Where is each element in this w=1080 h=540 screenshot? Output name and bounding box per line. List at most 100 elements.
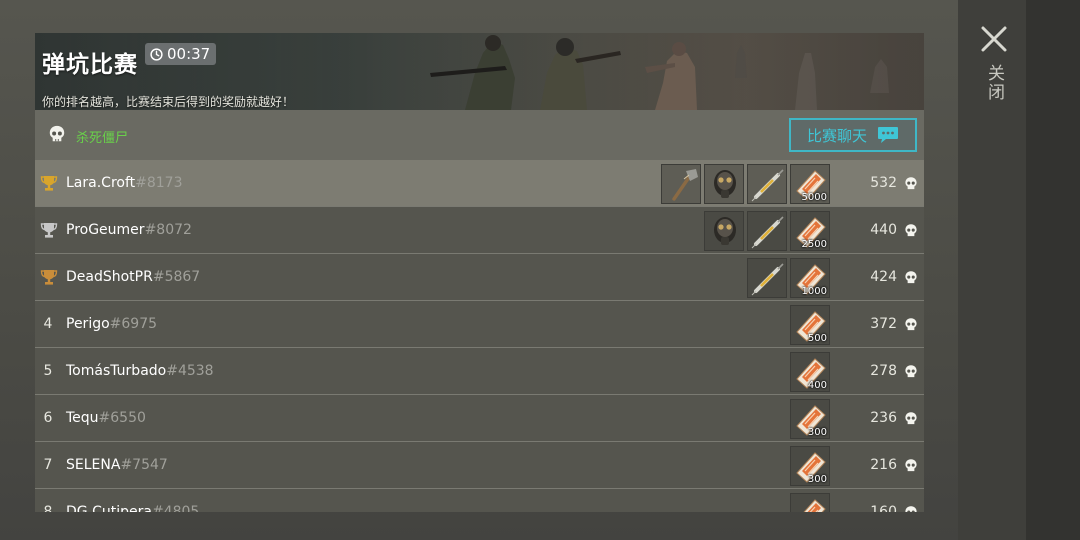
objective-label: 杀死僵尸 [76,131,129,146]
reward-list [790,493,830,512]
player-name: DG.Cutipera#4805 [66,504,199,512]
skull-icon [905,318,917,331]
gas-mask-icon [714,170,736,198]
rank-number: 7 [43,457,53,473]
reward-item[interactable]: 400 [790,352,830,392]
leaderboard-header: 杀死僵尸 比赛聊天 [35,110,924,160]
leaderboard-list[interactable]: Lara.Croft#8173 5000 532 ProGeumer#8072 250… [35,160,924,512]
rank-number: 4 [43,316,53,332]
player-name: SELENA#7547 [66,457,168,473]
syringe-icon [751,216,784,249]
syringe-icon [751,169,784,202]
player-name: Perigo#6975 [66,316,157,332]
player-name: DeadShotPR#5867 [66,269,200,285]
reward-item[interactable] [661,164,701,204]
leaderboard-row[interactable]: 7 SELENA#7547 300 216 [35,442,924,489]
close-icon [981,26,1007,52]
kill-count: 216 [870,457,897,473]
syringe-icon [751,263,784,296]
reward-list: 5000 [661,164,830,204]
reward-list: 1000 [747,258,830,298]
reward-quantity: 500 [807,333,827,344]
silver-trophy-icon [40,223,58,238]
reward-list: 300 [790,446,830,486]
reward-item[interactable]: 2500 [790,211,830,251]
player-tag: #6550 [98,410,146,426]
skull-icon [905,224,917,237]
reward-quantity: 1000 [801,286,827,297]
player-tag: #8173 [135,175,183,191]
clock-icon [150,47,163,61]
reward-list: 2500 [704,211,830,251]
gas-mask-icon [714,217,736,245]
skull-icon [49,125,65,142]
kill-count: 236 [870,410,897,426]
player-tag: #4805 [151,504,200,512]
tournament-title: 弹坑比赛 [42,52,138,78]
reward-quantity: 300 [807,427,827,438]
player-name: ProGeumer#8072 [66,222,192,238]
reward-item[interactable] [790,493,830,512]
tournament-description: 你的排名越高，比赛结束后得到的奖励就越好！ [42,95,295,109]
reward-item[interactable]: 1000 [790,258,830,298]
reward-quantity: 5000 [801,192,827,203]
player-name: Lara.Croft#8173 [66,175,182,191]
close-label: 关闭 [984,64,1004,102]
leaderboard-row[interactable]: 5 TomásTurbado#4538 400 278 [35,348,924,395]
player-name: TomásTurbado#4538 [66,363,214,379]
axe-icon [672,169,698,201]
reward-item[interactable] [747,258,787,298]
tournament-screen: 关闭 弹坑比赛 00:37 你的排名越高，比赛结束后得到的奖励就越好！ 杀死僵尸… [0,0,1080,540]
player-nickname: ProGeumer [66,222,145,238]
player-nickname: Tequ [66,410,99,426]
player-nickname: TomásTurbado [66,363,167,379]
leaderboard-row[interactable]: 6 Tequ#6550 300 236 [35,395,924,442]
reward-quantity: 2500 [801,239,827,250]
reward-item[interactable]: 300 [790,399,830,439]
player-name: Tequ#6550 [66,410,146,426]
skull-icon [905,459,917,472]
reward-item[interactable] [747,211,787,251]
player-tag: #5867 [152,269,201,285]
skull-icon [905,177,917,190]
leaderboard-row[interactable]: 8 DG.Cutipera#4805 160 [35,489,924,512]
player-nickname: Perigo [66,316,110,332]
reward-list: 500 [790,305,830,345]
kill-count: 532 [870,175,897,191]
player-tag: #4538 [166,363,214,379]
reward-item[interactable]: 300 [790,446,830,486]
leaderboard-row[interactable]: ProGeumer#8072 2500 440 [35,207,924,254]
reward-list: 300 [790,399,830,439]
reward-item[interactable] [747,164,787,204]
player-nickname: SELENA [66,457,121,473]
tournament-chat-button[interactable]: 比赛聊天 [789,118,917,152]
leaderboard-row[interactable]: Lara.Croft#8173 5000 532 [35,160,924,207]
ticket-icon [803,499,826,512]
timer-value: 00:37 [167,45,211,63]
reward-item[interactable] [704,211,744,251]
bronze-trophy-icon [40,270,58,285]
chat-button-label: 比赛聊天 [806,126,867,145]
close-button[interactable]: 关闭 [978,24,1010,114]
reward-quantity: 300 [807,474,827,485]
kill-count: 440 [870,222,897,238]
kill-count: 278 [870,363,897,379]
leaderboard-row[interactable]: 4 Perigo#6975 500 372 [35,301,924,348]
player-nickname: DG.Cutipera [66,504,152,512]
reward-item[interactable]: 500 [790,305,830,345]
skull-icon [905,506,917,512]
reward-quantity: 400 [807,380,827,391]
skull-icon [905,271,917,284]
chat-bubble-icon [878,127,898,143]
skull-icon [905,365,917,378]
gold-trophy-icon [40,176,58,191]
player-tag: #7547 [120,457,168,473]
reward-item[interactable]: 5000 [790,164,830,204]
kill-count: 424 [870,269,897,285]
countdown-timer: 00:37 [145,43,217,65]
kill-count: 372 [870,316,897,332]
leaderboard-row[interactable]: DeadShotPR#5867 1000 424 [35,254,924,301]
rank-number: 5 [43,363,53,379]
side-panel-edge [1026,0,1080,540]
reward-item[interactable] [704,164,744,204]
